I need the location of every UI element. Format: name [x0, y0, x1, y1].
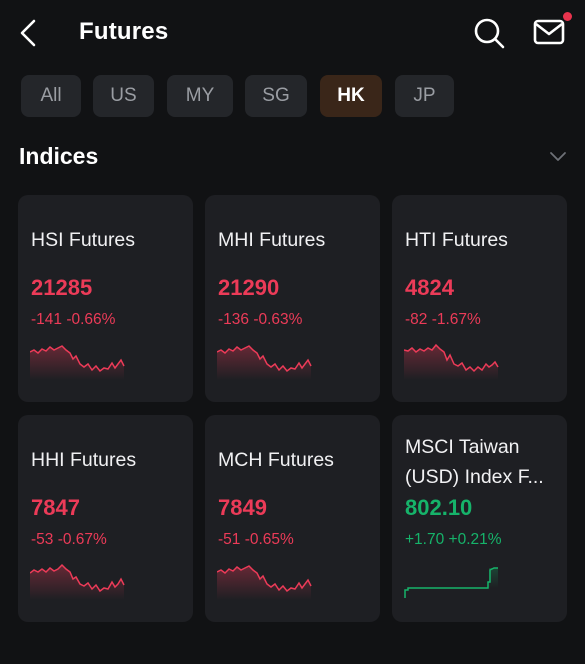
card-name: MSCI Taiwan (USD) Index F...	[405, 432, 560, 492]
card-name: MHI Futures	[218, 229, 326, 251]
index-card-mhi[interactable]: MHI Futures 21290 -136 -0.63%	[205, 195, 380, 402]
card-price: 4824	[405, 275, 454, 300]
index-card-hti[interactable]: HTI Futures 4824 -82 -1.67%	[392, 195, 567, 402]
back-button[interactable]	[14, 16, 46, 50]
section-collapse-button[interactable]	[548, 148, 568, 164]
card-price: 21290	[218, 275, 280, 300]
search-icon	[474, 18, 505, 49]
tab-sg[interactable]: SG	[245, 75, 307, 117]
sparkline-chart	[404, 343, 499, 380]
tab-hk[interactable]: HK	[320, 75, 382, 117]
tab-us[interactable]: US	[93, 75, 154, 117]
card-change: +1.70 +0.21%	[405, 531, 502, 548]
sparkline-chart	[30, 345, 125, 380]
card-price: 21285	[31, 275, 93, 300]
card-name: HTI Futures	[405, 229, 508, 251]
card-change: -141 -0.66%	[31, 311, 116, 328]
card-change: -82 -1.67%	[405, 311, 481, 328]
card-name: HSI Futures	[31, 229, 136, 251]
chevron-left-icon	[20, 19, 36, 47]
chevron-down-icon	[550, 152, 566, 161]
page-title: Futures	[79, 18, 169, 45]
card-price: 7849	[218, 495, 267, 520]
card-change: -53 -0.67%	[31, 531, 107, 548]
sparkline-chart	[217, 345, 312, 380]
app-header: Futures	[0, 0, 585, 66]
index-card-hsi[interactable]: HSI Futures 21285 -141 -0.66%	[18, 195, 193, 402]
sparkline-chart	[404, 567, 498, 598]
card-name-line2: (USD) Index F...	[405, 466, 544, 488]
notification-dot	[563, 12, 572, 21]
card-name: MCH Futures	[218, 449, 334, 471]
card-change: -136 -0.63%	[218, 311, 303, 328]
card-price: 802.10	[405, 495, 473, 520]
sparkline-chart	[217, 565, 312, 600]
card-name: HHI Futures	[31, 449, 137, 471]
tab-jp[interactable]: JP	[395, 75, 454, 117]
sparkline-chart	[30, 563, 125, 600]
card-name-line1: MSCI Taiwan	[405, 436, 520, 458]
card-price: 7847	[31, 495, 80, 520]
index-card-hhi[interactable]: HHI Futures 7847 -53 -0.67%	[18, 415, 193, 622]
tab-my[interactable]: MY	[167, 75, 233, 117]
section-title: Indices	[19, 143, 99, 169]
index-card-msci-taiwan[interactable]: MSCI Taiwan (USD) Index F... 802.10 +1.7…	[392, 415, 567, 622]
tab-all[interactable]: All	[21, 75, 81, 117]
index-card-mch[interactable]: MCH Futures 7849 -51 -0.65%	[205, 415, 380, 622]
search-button[interactable]	[472, 16, 506, 50]
card-change: -51 -0.65%	[218, 531, 294, 548]
